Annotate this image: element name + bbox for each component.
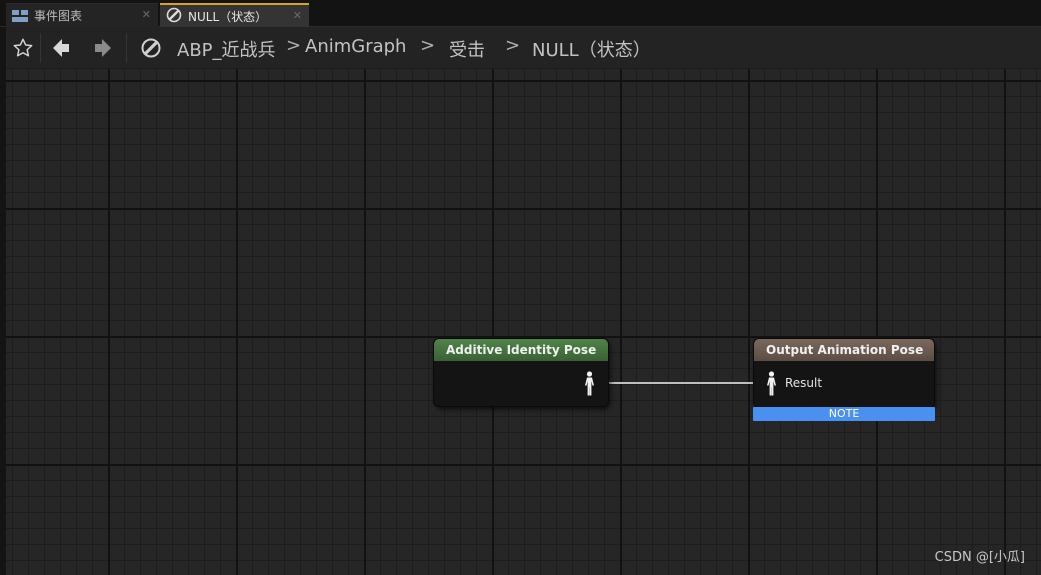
close-icon[interactable]: ✕: [142, 8, 151, 21]
node-title: Additive Identity Pose: [434, 339, 608, 361]
output-animation-pose-node[interactable]: Output Animation Pose Result: [754, 339, 934, 407]
back-arrow-icon[interactable]: [46, 33, 76, 63]
tab-event-graph[interactable]: 事件图表 ✕: [6, 3, 158, 27]
divider: [126, 33, 127, 63]
favorite-star-icon[interactable]: [8, 33, 38, 63]
divider: [40, 33, 41, 63]
event-graph-icon: [12, 9, 28, 22]
additive-identity-pose-node[interactable]: Additive Identity Pose: [434, 339, 608, 406]
note-banner[interactable]: NOTE: [753, 407, 935, 421]
breadcrumb-item-hit[interactable]: 受击: [449, 36, 485, 62]
graph-canvas[interactable]: [6, 69, 1041, 575]
breadcrumb-bar: ABP_近战兵 > AnimGraph > 受击 > NULL（状态）: [6, 27, 1041, 69]
tab-label: NULL（状态）: [188, 9, 268, 24]
tab-label: 事件图表: [34, 9, 83, 23]
node-title: Output Animation Pose: [754, 339, 934, 361]
pose-figure-icon[interactable]: [766, 371, 777, 401]
state-icon: [136, 33, 166, 63]
close-icon[interactable]: ✕: [293, 9, 302, 22]
breadcrumb-item-animgraph[interactable]: AnimGraph: [305, 36, 406, 57]
forward-arrow-icon[interactable]: [88, 33, 118, 63]
breadcrumb-item-current-state[interactable]: NULL（状态）: [532, 36, 651, 62]
breadcrumb-item-blueprint[interactable]: ABP_近战兵: [177, 36, 276, 62]
tab-strip: 事件图表 ✕ NULL（状态） ✕: [0, 0, 1041, 27]
result-pin-label: Result: [785, 376, 823, 390]
chevron-right-icon: >: [505, 35, 521, 56]
tab-null-state[interactable]: NULL（状态） ✕: [160, 3, 309, 27]
chevron-right-icon: >: [420, 35, 436, 56]
pose-wire[interactable]: [609, 382, 758, 384]
chevron-right-icon: >: [286, 35, 302, 56]
pose-figure-icon[interactable]: [584, 371, 595, 401]
watermark: CSDN @[小瓜]: [934, 550, 1025, 565]
state-icon: [166, 7, 182, 26]
